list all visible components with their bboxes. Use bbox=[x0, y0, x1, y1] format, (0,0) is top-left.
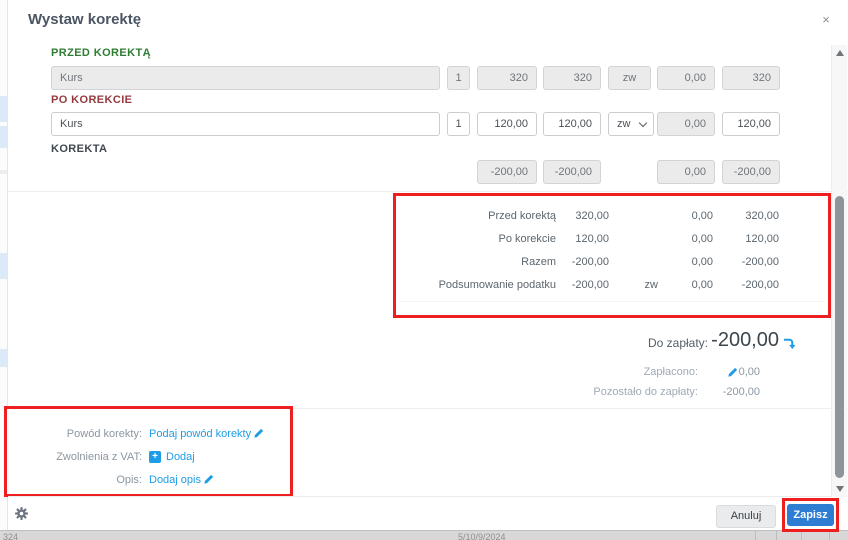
paid-amount: 0,00 bbox=[739, 366, 760, 378]
vat-exemption-add-link[interactable]: + Dodaj bbox=[149, 451, 195, 463]
background-table-line bbox=[776, 531, 777, 540]
chevron-down-icon bbox=[639, 119, 647, 127]
settings-gear-icon[interactable] bbox=[14, 506, 29, 526]
after-total-gross-input[interactable]: 120,00 bbox=[722, 112, 780, 136]
vertical-scrollbar[interactable] bbox=[831, 45, 847, 497]
summary-net: 320,00 bbox=[556, 205, 609, 228]
description-link-text: Dodaj opis bbox=[149, 474, 201, 486]
summary-annotation-box: Przed korektą 320,00 0,00 320,00 Po kore… bbox=[393, 193, 831, 318]
amount-due-label: Do zapłaty: bbox=[648, 336, 708, 350]
background-table-line bbox=[755, 531, 756, 540]
correction-reason-link-text: Podaj powód korekty bbox=[149, 428, 251, 440]
correction-price-net-field: -200,00 bbox=[477, 160, 537, 184]
summary-vat-rate bbox=[609, 205, 658, 228]
correction-vat-amount-field: 0,00 bbox=[657, 160, 715, 184]
before-qty-field: 1 bbox=[447, 66, 470, 90]
close-icon[interactable]: × bbox=[817, 11, 835, 29]
after-total-net-input[interactable]: 120,00 bbox=[543, 112, 601, 136]
pencil-icon bbox=[203, 474, 214, 485]
details-annotation-box: Powód korekty: Podaj powód korekty Zwoln… bbox=[4, 406, 293, 497]
before-vat-amount-field: 0,00 bbox=[657, 66, 715, 90]
pencil-icon bbox=[253, 428, 264, 439]
summary-gross: 120,00 bbox=[713, 228, 779, 251]
correction-reason-row: Powód korekty: Podaj powód korekty bbox=[7, 422, 290, 445]
summary-net: 120,00 bbox=[556, 228, 609, 251]
correction-dialog: 324 5/10/9/2024 Wystaw korektę × PRZED K… bbox=[0, 0, 848, 540]
remaining-label: Pozostało do zapłaty: bbox=[593, 386, 698, 398]
background-row-fragment bbox=[0, 126, 7, 148]
after-item-name-input[interactable]: Kurs bbox=[51, 112, 440, 136]
plus-icon: + bbox=[149, 451, 161, 463]
background-table-line bbox=[829, 531, 830, 540]
paid-value[interactable]: 0,00 bbox=[727, 366, 760, 378]
summary-vat: 0,00 bbox=[658, 205, 713, 228]
description-label: Opis: bbox=[7, 474, 142, 486]
vat-exemption-label: Zwolnienia z VAT: bbox=[7, 451, 142, 463]
vat-exemption-link-text: Dodaj bbox=[166, 451, 195, 463]
summary-gross: -200,00 bbox=[713, 251, 779, 274]
description-row: Opis: Dodaj opis bbox=[7, 468, 290, 491]
remaining-value: -200,00 bbox=[723, 386, 760, 398]
description-add-link[interactable]: Dodaj opis bbox=[149, 474, 214, 486]
cancel-button[interactable]: Anuluj bbox=[716, 505, 776, 528]
dialog-title: Wystaw korektę bbox=[28, 11, 141, 28]
section-label-correction: KOREKTA bbox=[51, 143, 107, 155]
before-item-name-field: Kurs bbox=[51, 66, 440, 90]
background-page-strip: 324 5/10/9/2024 bbox=[0, 530, 848, 540]
summary-vat-rate bbox=[609, 228, 658, 251]
background-row-fragment bbox=[0, 253, 7, 279]
summary-label: Razem bbox=[396, 251, 556, 274]
summary-net: -200,00 bbox=[556, 251, 609, 274]
correction-total-gross-field: -200,00 bbox=[722, 160, 780, 184]
pencil-icon bbox=[727, 367, 738, 378]
scroll-up-icon[interactable] bbox=[836, 50, 844, 56]
section-label-after: PO KOREKCIE bbox=[51, 94, 132, 106]
summary-net: -200,00 bbox=[556, 274, 609, 297]
correction-reason-link[interactable]: Podaj powód korekty bbox=[149, 428, 264, 440]
summary-label: Podsumowanie podatku bbox=[396, 274, 556, 297]
summary-vat: 0,00 bbox=[658, 251, 713, 274]
after-vat-rate-value: zw bbox=[617, 118, 630, 130]
before-total-gross-field: 320 bbox=[722, 66, 780, 90]
after-vat-amount-field: 0,00 bbox=[657, 112, 715, 136]
after-vat-rate-select[interactable]: zw bbox=[608, 112, 654, 136]
before-vat-rate-field: zw bbox=[608, 66, 651, 90]
summary-vat: 0,00 bbox=[658, 228, 713, 251]
summary-vat-rate bbox=[609, 251, 658, 274]
background-table-line bbox=[801, 531, 802, 540]
scrollbar-thumb[interactable] bbox=[835, 196, 844, 478]
summary-vat: 0,00 bbox=[658, 274, 713, 297]
summary-vat-rate: zw bbox=[609, 274, 658, 297]
correction-reason-label: Powód korekty: bbox=[7, 428, 142, 440]
after-price-net-input[interactable]: 120,00 bbox=[477, 112, 537, 136]
divider bbox=[8, 496, 848, 497]
amount-due-value: -200,00 bbox=[711, 329, 779, 352]
background-text-center: 5/10/9/2024 bbox=[458, 532, 506, 540]
summary-row-after: Po korekcie 120,00 0,00 120,00 bbox=[396, 228, 828, 251]
scroll-down-icon[interactable] bbox=[836, 486, 844, 492]
correction-total-net-field: -200,00 bbox=[543, 160, 601, 184]
background-text-left: 324 bbox=[3, 532, 18, 540]
section-label-before: PRZED KOREKTĄ bbox=[51, 47, 151, 59]
payment-arrow-icon[interactable] bbox=[783, 337, 796, 355]
vat-exemption-row: Zwolnienia z VAT: + Dodaj bbox=[7, 445, 290, 468]
before-price-net-field: 320 bbox=[477, 66, 537, 90]
divider bbox=[8, 191, 848, 192]
background-row-fragment bbox=[0, 170, 7, 174]
background-row-fragment bbox=[0, 96, 7, 122]
summary-label: Po korekcie bbox=[396, 228, 556, 251]
after-qty-input[interactable]: 1 bbox=[447, 112, 470, 136]
background-row-fragment bbox=[0, 349, 7, 367]
before-total-net-field: 320 bbox=[543, 66, 601, 90]
summary-row-total: Razem -200,00 0,00 -200,00 bbox=[396, 251, 828, 274]
summary-gross: -200,00 bbox=[713, 274, 779, 297]
save-button[interactable]: Zapisz bbox=[787, 504, 834, 526]
paid-label: Zapłacono: bbox=[644, 366, 698, 378]
summary-label: Przed korektą bbox=[396, 205, 556, 228]
save-annotation-box: Zapisz bbox=[782, 498, 839, 532]
summary-row-tax: Podsumowanie podatku -200,00 zw 0,00 -20… bbox=[396, 274, 828, 297]
summary-row-before: Przed korektą 320,00 0,00 320,00 bbox=[396, 205, 828, 228]
summary-gross: 320,00 bbox=[713, 205, 779, 228]
divider bbox=[399, 301, 825, 302]
